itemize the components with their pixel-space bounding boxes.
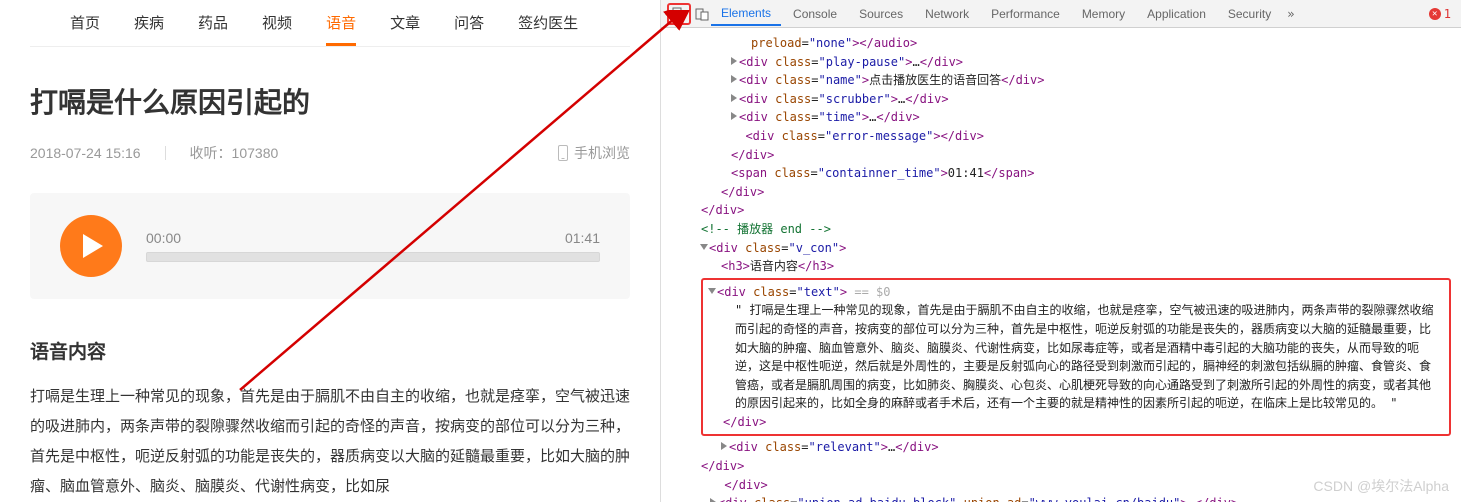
nav-video[interactable]: 视频 xyxy=(262,6,292,46)
error-icon: ✕ xyxy=(1429,8,1441,20)
audio-player: 00:00 01:41 xyxy=(30,193,630,299)
nav-drug[interactable]: 药品 xyxy=(198,6,228,46)
tab-sources[interactable]: Sources xyxy=(849,3,913,25)
nav-qa[interactable]: 问答 xyxy=(454,6,484,46)
tab-application[interactable]: Application xyxy=(1137,3,1216,25)
progress-bar[interactable] xyxy=(146,252,600,262)
nav-home[interactable]: 首页 xyxy=(70,6,100,46)
tab-memory[interactable]: Memory xyxy=(1072,3,1135,25)
watermark: CSDN @埃尔法Alpha xyxy=(1313,476,1449,496)
play-button[interactable] xyxy=(60,215,122,277)
mobile-view[interactable]: 手机浏览 xyxy=(558,143,630,163)
nav-article[interactable]: 文章 xyxy=(390,6,420,46)
devtools-tabs: Elements Console Sources Network Perform… xyxy=(661,0,1461,28)
tab-console[interactable]: Console xyxy=(783,3,847,25)
inspect-button-highlight xyxy=(667,3,691,25)
publish-time: 2018-07-24 15:16 xyxy=(30,145,141,161)
device-toggle-icon[interactable] xyxy=(695,7,709,21)
total-time: 01:41 xyxy=(565,230,600,246)
article-content: 打嗝是生理上一种常见的现象，首先是由于膈肌不由自主的收缩，也就是痉挛，空气被迅速… xyxy=(30,382,630,502)
tab-performance[interactable]: Performance xyxy=(981,3,1070,25)
tab-network[interactable]: Network xyxy=(915,3,979,25)
highlighted-node: <div class="text"> == $0 " 打嗝是生理上一种常见的现象… xyxy=(701,278,1451,437)
nav-disease[interactable]: 疾病 xyxy=(134,6,164,46)
divider xyxy=(165,146,166,160)
nav-signdoc[interactable]: 签约医生 xyxy=(518,6,578,46)
tab-elements[interactable]: Elements xyxy=(711,2,781,26)
nav-audio[interactable]: 语音 xyxy=(326,6,356,46)
error-badge[interactable]: ✕1 xyxy=(1429,7,1455,21)
inspect-icon[interactable] xyxy=(672,7,686,21)
page-title: 打嗝是什么原因引起的 xyxy=(30,81,630,121)
play-icon xyxy=(81,232,105,260)
section-title: 语音内容 xyxy=(30,337,630,364)
text-node: " 打嗝是生理上一种常见的现象，首先是由于膈肌不由自主的收缩，也就是痉挛，空气被… xyxy=(709,301,1441,413)
phone-icon xyxy=(558,145,568,161)
tabs-more-icon[interactable]: » xyxy=(1287,7,1294,21)
top-nav: 首页 疾病 药品 视频 语音 文章 问答 签约医生 xyxy=(30,0,630,47)
article-meta: 2018-07-24 15:16 收听：107380 手机浏览 xyxy=(30,143,630,163)
current-time: 00:00 xyxy=(146,230,181,246)
listen-count: 收听：107380 xyxy=(190,143,279,163)
tab-security[interactable]: Security xyxy=(1218,3,1281,25)
player-track: 00:00 01:41 xyxy=(146,230,600,262)
dom-tree[interactable]: preload="none"></audio> <div class="play… xyxy=(661,28,1461,502)
